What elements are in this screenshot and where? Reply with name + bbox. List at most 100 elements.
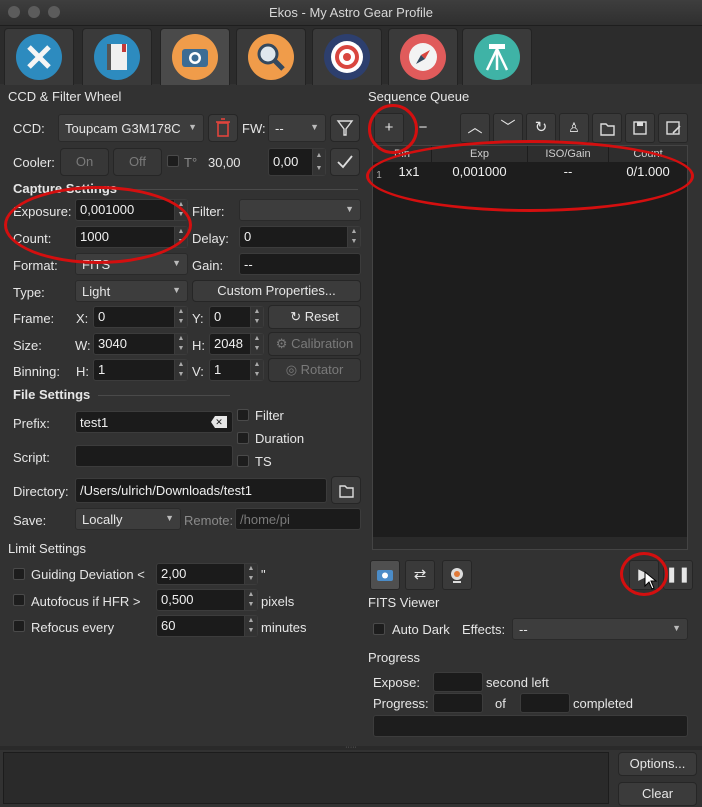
effects-select-value: -- <box>519 622 528 637</box>
tab-guide[interactable] <box>388 28 458 85</box>
sequence-queue-table[interactable]: Bin Exp ISO/Gain Count 1 1x1 0,001000 --… <box>372 145 688 550</box>
cooler-on-button[interactable]: On <box>60 148 109 176</box>
splitter-handle[interactable]: ····· <box>0 744 702 751</box>
user-button[interactable]: ♙ <box>559 113 589 143</box>
camera-icon <box>172 34 218 80</box>
move-down-button[interactable]: ﹀ <box>493 113 523 143</box>
remote-directory-input[interactable]: /home/pi <box>235 508 361 530</box>
clear-button[interactable]: Clear <box>618 782 697 806</box>
log-output-area[interactable] <box>3 752 609 804</box>
duration-checkbox-label: Duration <box>255 431 305 446</box>
size-h-spinbox[interactable]: 2048 ▲ ▼ <box>209 333 264 355</box>
guiding-deviation-spinbox[interactable]: 2,00 ▲ ▼ <box>156 563 258 585</box>
temperature-checkbox[interactable] <box>167 155 179 167</box>
add-job-button[interactable]: + <box>374 113 404 143</box>
save-queue-as-button[interactable] <box>658 113 688 143</box>
guiding-deviation-value: 2,00 <box>161 566 187 581</box>
progress-total-field <box>520 693 570 713</box>
tab-focus[interactable] <box>236 28 306 85</box>
completed-label: completed <box>573 696 633 711</box>
delete-button[interactable] <box>208 114 238 142</box>
row-exp: 0,001000 <box>452 164 507 179</box>
save-queue-button[interactable] <box>625 113 655 143</box>
loop-button[interactable]: ⇄ <box>405 560 435 590</box>
autofocus-hfr-checkbox[interactable] <box>13 594 25 606</box>
tab-scheduler[interactable] <box>82 28 152 85</box>
open-queue-button[interactable] <box>592 113 622 143</box>
filter-settings-button[interactable] <box>330 114 360 142</box>
reset-queue-button[interactable]: ↻ <box>526 113 556 143</box>
size-w-spinbox[interactable]: 3040 ▲ ▼ <box>93 333 188 355</box>
horizontal-scrollbar[interactable] <box>373 537 687 549</box>
remove-job-button[interactable]: − <box>408 113 438 143</box>
guiding-deviation-checkbox[interactable] <box>13 568 25 580</box>
binning-h-spinbox[interactable]: 1 ▲ ▼ <box>93 359 188 381</box>
fw-select[interactable]: -- ▼ <box>268 114 326 142</box>
tab-setup[interactable] <box>4 28 74 85</box>
cooler-off-button[interactable]: Off <box>113 148 162 176</box>
type-select[interactable]: Light ▼ <box>75 280 188 302</box>
exposure-spinbox[interactable]: 0,001000 ▲ ▼ <box>75 199 188 221</box>
fits-preview-button[interactable] <box>370 560 400 590</box>
format-select[interactable]: FITS ▼ <box>75 253 188 275</box>
expose-remaining-field <box>433 672 483 692</box>
frame-y-spinbox[interactable]: 0 ▲ ▼ <box>209 306 264 328</box>
table-row[interactable]: 1 1x1 0,001000 -- 0/1.000 <box>373 163 687 187</box>
chevron-down-icon: ﹀ <box>500 119 516 136</box>
delay-spinbox[interactable]: 0 ▲ ▼ <box>239 226 361 248</box>
exposure-label: Exposure: <box>13 204 72 219</box>
script-input[interactable] <box>75 445 233 467</box>
filter-checkbox[interactable] <box>237 409 249 421</box>
binning-h-value: 1 <box>98 362 106 377</box>
set-temperature-button[interactable] <box>330 148 360 176</box>
prefix-input[interactable]: test1 <box>75 411 233 433</box>
tab-capture[interactable] <box>160 28 230 85</box>
effects-select[interactable]: -- ▼ <box>512 618 688 640</box>
browse-directory-button[interactable] <box>331 476 361 504</box>
column-header-bin[interactable]: Bin <box>373 146 431 162</box>
gain-field[interactable]: -- <box>239 253 361 275</box>
ts-checkbox[interactable] <box>237 455 249 467</box>
spin-arrows-icon: ▲ ▼ <box>174 334 187 354</box>
count-spinbox[interactable]: 1000 ▲ ▼ <box>75 226 188 248</box>
refocus-every-unit: minutes <box>261 620 307 635</box>
video-stream-button[interactable] <box>442 560 472 590</box>
directory-label: Directory: <box>13 484 69 499</box>
custom-properties-button[interactable]: Custom Properties... <box>192 280 361 302</box>
binning-v-spinbox[interactable]: 1 ▲ ▼ <box>209 359 264 381</box>
column-header-iso-gain[interactable]: ISO/Gain <box>528 146 608 162</box>
pause-sequence-button[interactable]: ❚❚ <box>663 560 693 590</box>
autofocus-hfr-spinbox[interactable]: 0,500 ▲ ▼ <box>156 589 258 611</box>
rotator-label: Rotator <box>300 362 344 377</box>
tab-mount[interactable] <box>462 28 532 85</box>
duration-checkbox[interactable] <box>237 432 249 444</box>
refocus-every-checkbox[interactable] <box>13 620 25 632</box>
refocus-every-spinbox[interactable]: 60 ▲ ▼ <box>156 615 258 637</box>
calibration-button[interactable]: ⚙ Calibration <box>268 332 361 356</box>
auto-dark-checkbox[interactable] <box>373 623 385 635</box>
column-header-count[interactable]: Count <box>609 146 687 162</box>
rotator-button[interactable]: ◎ Rotator <box>268 358 361 382</box>
temperature-setpoint-spinbox[interactable]: 0,00 ▲ ▼ <box>268 148 326 176</box>
save-icon <box>633 121 647 135</box>
temperature-value: 30,00 <box>208 155 241 170</box>
progress-bar <box>373 715 688 737</box>
filter-select[interactable]: ▼ <box>239 199 361 221</box>
move-up-button[interactable]: ︿ <box>460 113 490 143</box>
size-w-value: 3040 <box>98 336 127 351</box>
column-header-exp[interactable]: Exp <box>432 146 527 162</box>
save-mode-select[interactable]: Locally ▼ <box>75 508 181 530</box>
temperature-setpoint-value: 0,00 <box>273 154 299 169</box>
trash-icon <box>216 118 230 137</box>
size-h-label: H: <box>192 338 205 353</box>
options-button[interactable]: Options... <box>618 752 697 776</box>
reset-frame-button[interactable]: ↻ Reset <box>268 305 361 329</box>
user-icon: ♙ <box>568 120 580 135</box>
refresh-icon: ↻ <box>290 309 302 324</box>
pause-icon: ❚❚ <box>665 566 691 583</box>
frame-x-label: X: <box>76 311 89 326</box>
ccd-select[interactable]: Toupcam G3M178C ▼ <box>58 114 204 142</box>
directory-input[interactable]: /Users/ulrich/Downloads/test1 <box>75 478 327 503</box>
frame-x-spinbox[interactable]: 0 ▲ ▼ <box>93 306 188 328</box>
tab-align[interactable] <box>312 28 382 85</box>
